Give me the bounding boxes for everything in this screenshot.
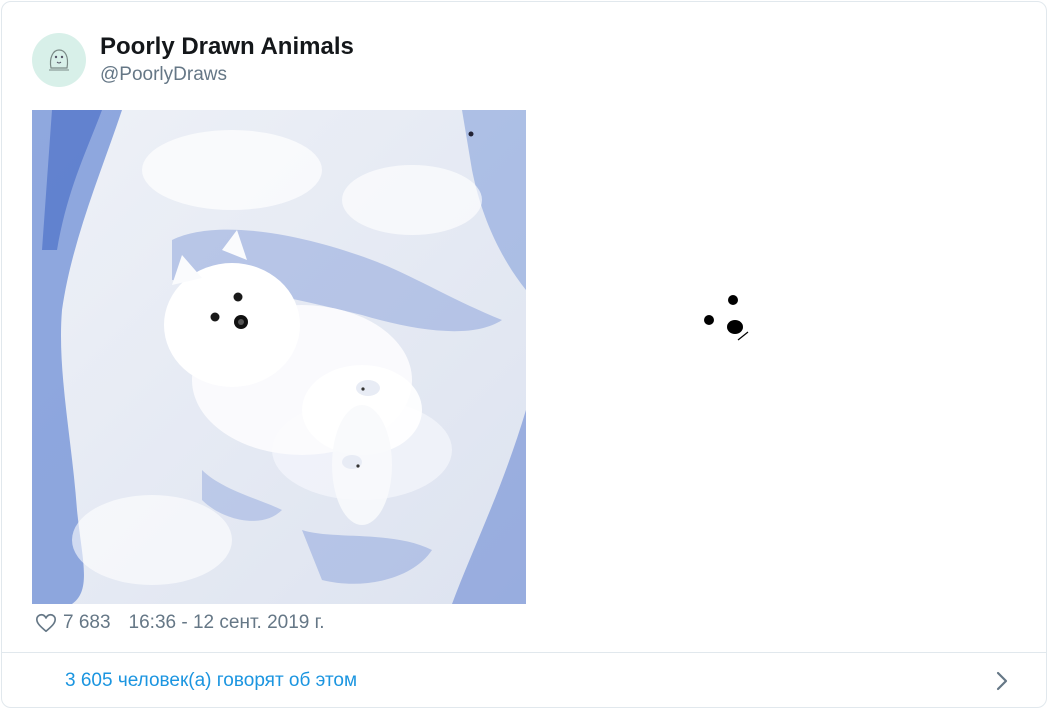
heart-outline-icon[interactable] (35, 612, 57, 634)
drawn-dog-sketch[interactable] (526, 110, 1020, 604)
tweet-header: Poorly Drawn Animals @PoorlyDraws (32, 32, 354, 88)
engagement-row[interactable]: 3 605 человек(а) говорят об этом (2, 653, 1046, 707)
doodle-avatar-icon (49, 49, 69, 71)
user-handle[interactable]: @PoorlyDraws (100, 62, 354, 88)
tweet-media[interactable] (32, 110, 1022, 604)
display-name[interactable]: Poorly Drawn Animals (100, 32, 354, 62)
snow-dog-photo[interactable] (32, 110, 526, 604)
chevron-right-icon[interactable] (990, 669, 1014, 693)
author-names: Poorly Drawn Animals @PoorlyDraws (100, 32, 354, 88)
avatar[interactable] (32, 33, 86, 87)
timestamp[interactable]: 16:36 - 12 сент. 2019 г. (129, 612, 325, 634)
engagement-link[interactable]: 3 605 человек(а) говорят об этом (65, 670, 357, 692)
tweet-card[interactable]: Poorly Drawn Animals @PoorlyDraws 7 683 … (1, 1, 1047, 708)
like-count[interactable]: 7 683 (63, 612, 111, 634)
tweet-meta: 7 683 16:36 - 12 сент. 2019 г. (35, 610, 325, 636)
